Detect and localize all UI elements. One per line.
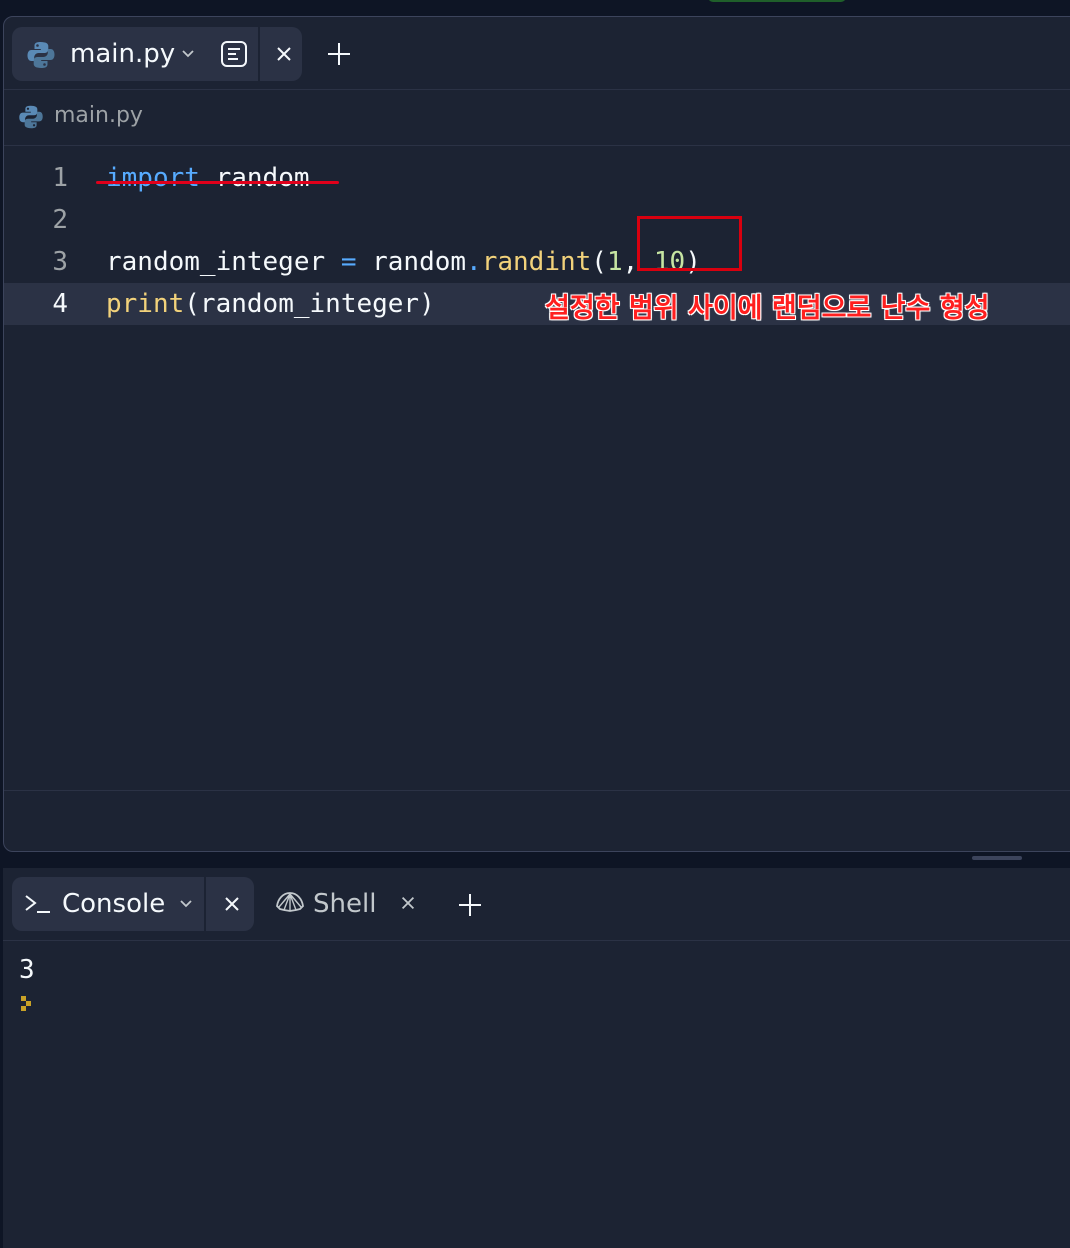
tab-shell[interactable]: Shell — [271, 877, 431, 931]
prompt-chevron-icon — [21, 996, 35, 1016]
code-token: randint — [481, 247, 592, 277]
editor-pane: main.py main.py 1 import random 2 3 rand… — [3, 16, 1070, 852]
code-line[interactable]: 2 — [4, 199, 1070, 241]
chevron-down-icon[interactable] — [180, 45, 196, 65]
code-line[interactable]: 1 import random — [4, 157, 1070, 199]
breadcrumb: main.py — [4, 89, 1070, 146]
add-tab-icon[interactable] — [326, 41, 352, 71]
tab-separator — [258, 27, 260, 81]
line-content[interactable]: import random — [106, 157, 310, 199]
code-editor[interactable]: 1 import random 2 3 random_integer = random.… — [4, 145, 1070, 791]
line-number: 3 — [52, 247, 68, 277]
outline-icon[interactable] — [220, 40, 248, 72]
tab-main-py[interactable]: main.py — [12, 27, 302, 81]
editor-footer — [4, 790, 1070, 851]
add-tab-icon[interactable] — [457, 892, 483, 922]
code-token: random — [199, 163, 310, 193]
annotation-text: 설정한 범위 사이에 랜덤으로 난수 형성 — [545, 293, 990, 324]
code-token: print — [106, 289, 185, 319]
console-pane: Console Shell 3 — [3, 868, 1070, 1248]
shell-icon — [275, 890, 305, 922]
resize-handle[interactable] — [972, 856, 1022, 860]
tab-label: main.py — [70, 39, 176, 69]
annotation-box — [637, 216, 742, 271]
run-button-edge[interactable] — [708, 0, 846, 2]
top-strip — [0, 0, 1070, 16]
line-number: 4 — [52, 289, 68, 319]
line-number: 2 — [52, 205, 68, 235]
console-tab-bar: Console Shell — [3, 868, 1070, 941]
breadcrumb-file[interactable]: main.py — [54, 103, 143, 128]
code-token: import — [106, 163, 200, 193]
editor-tab-bar: main.py — [4, 17, 1070, 90]
close-icon[interactable] — [274, 44, 294, 68]
terminal-prompt-icon — [24, 893, 54, 919]
console-output: 3 — [19, 955, 35, 985]
line-content[interactable]: print(random_integer) — [106, 283, 435, 325]
tab-label: Console — [62, 889, 166, 919]
line-number: 1 — [52, 163, 68, 193]
close-icon[interactable] — [222, 894, 242, 918]
code-token: random — [356, 247, 467, 277]
code-token: . — [466, 247, 482, 277]
tab-separator — [204, 877, 206, 931]
code-token: 1 — [606, 247, 623, 277]
annotation-underline — [96, 181, 339, 184]
code-token: = — [340, 247, 357, 277]
code-token: (random_integer) — [184, 289, 435, 319]
code-token: random_integer — [106, 247, 341, 277]
python-icon — [26, 40, 56, 74]
python-icon — [18, 104, 44, 134]
line-content[interactable]: random_integer = random.randint(1, 10) — [106, 241, 701, 283]
close-icon[interactable] — [399, 894, 417, 916]
code-token: ( — [591, 247, 607, 277]
tab-console[interactable]: Console — [12, 877, 254, 931]
tab-label: Shell — [313, 889, 377, 919]
code-line[interactable]: 3 random_integer = random.randint(1, 10) — [4, 241, 1070, 283]
chevron-down-icon[interactable] — [178, 895, 194, 915]
